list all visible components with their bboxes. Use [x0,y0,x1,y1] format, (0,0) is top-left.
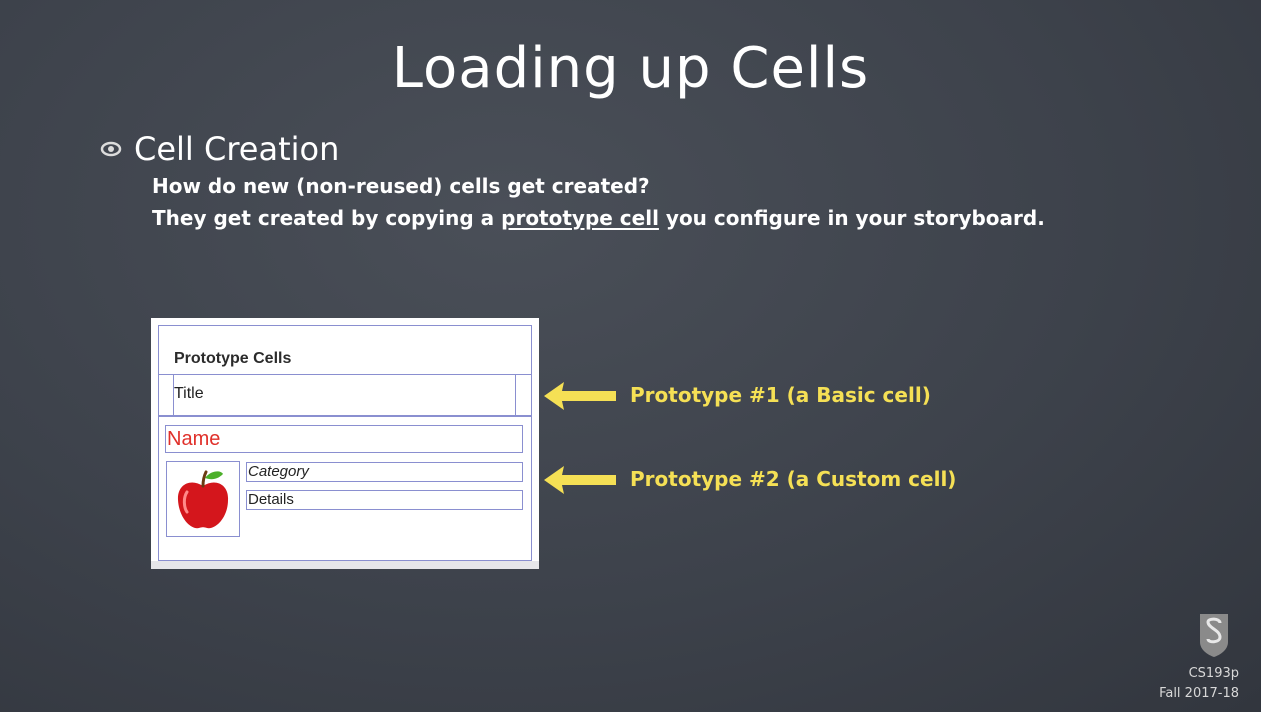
prototype-cell-term: prototype cell [501,206,659,230]
body-line-2-start: They get created by copying a [152,206,502,230]
basic-cell-content-frame [173,374,516,416]
arrow-left-icon [544,466,616,494]
name-label: Name [167,428,221,450]
body-line-2: They get created by copying a prototype … [152,206,1045,230]
body-line-2-end: you configure in your storyboard. [658,206,1045,230]
table-footer-strip [151,561,539,569]
prototype-2-label: Prototype #2 (a Custom cell) [630,467,957,491]
body-line-1: How do new (non-reused) cells get create… [152,174,650,198]
course-term: Fall 2017-18 [1159,686,1239,701]
bullet-eye-icon [100,141,122,157]
prototype-cells-screenshot: Prototype Cells Title Name Category Deta… [151,318,539,569]
bullet-label: Cell Creation [134,130,340,168]
prototype-1-label: Prototype #1 (a Basic cell) [630,383,931,407]
stanford-logo-icon [1200,614,1228,657]
course-name: CS193p [1188,666,1239,681]
course-footer: CS193p Fall 2017-18 [1159,664,1239,704]
bullet-cell-creation: Cell Creation [100,130,339,168]
category-label: Category [248,463,309,480]
arrow-left-icon [544,382,616,410]
basic-cell-title: Title [174,385,204,402]
slide-title: Loading up Cells [391,36,870,101]
apple-icon [177,470,229,529]
section-header: Prototype Cells [174,350,292,367]
details-label: Details [248,491,294,508]
